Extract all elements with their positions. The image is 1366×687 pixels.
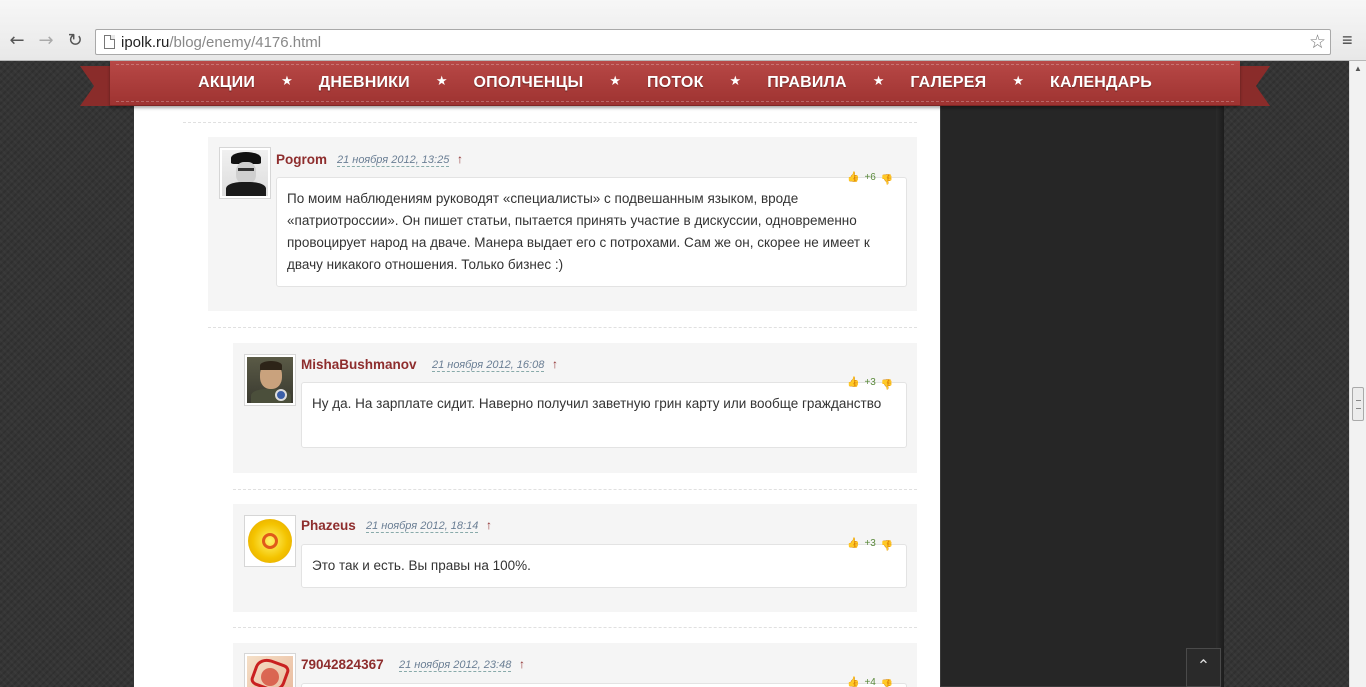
comment-date[interactable]: 21 ноября 2012, 13:25	[337, 154, 450, 167]
star-separator-icon: ★	[872, 73, 885, 88]
star-separator-icon: ★	[435, 73, 448, 88]
comment-text: По моим наблюдениям руководят «специалис…	[276, 177, 907, 287]
star-separator-icon: ★	[281, 73, 293, 88]
comment-score: +6	[864, 172, 876, 183]
thumbs-up-icon[interactable]: 👍	[847, 538, 859, 549]
url-text[interactable]: ipolk.ru/blog/enemy/4176.html	[121, 34, 321, 51]
thumbs-down-icon[interactable]: 👍	[881, 173, 893, 184]
vote-box: 👍 +4 👍	[847, 677, 893, 687]
avatar[interactable]	[244, 515, 296, 567]
right-sidebar	[940, 61, 1224, 687]
thumbs-up-icon[interactable]: 👍	[847, 172, 859, 183]
bookmark-star-icon[interactable]: ☆	[1309, 31, 1326, 54]
comment-divider	[183, 122, 917, 123]
menu-item-calendar[interactable]: КАЛЕНДАРЬ	[1042, 74, 1160, 92]
browser-toolbar: ← → ↻ ipolk.ru/blog/enemy/4176.html ☆ ≡	[0, 0, 1366, 61]
page-viewport: АКЦИИ ★ ДНЕВНИКИ ★ ОПОЛЧЕНЦЫ ★ ПОТОК ★ П…	[0, 61, 1349, 687]
avatar-image	[247, 656, 293, 687]
menu-item-stream[interactable]: ПОТОК	[639, 74, 712, 92]
reload-button[interactable]: ↻	[64, 30, 86, 52]
thumbs-down-icon[interactable]: 👍	[881, 678, 893, 687]
vote-box: 👍 +6 👍	[847, 172, 893, 184]
menu-item-actions[interactable]: АКЦИИ	[190, 74, 263, 92]
avatar-image	[247, 357, 293, 403]
parent-link-arrow-icon[interactable]: ↑	[486, 518, 492, 532]
comment-date[interactable]: 21 ноября 2012, 16:08	[432, 359, 545, 372]
menu-item-diaries[interactable]: ДНЕВНИКИ	[311, 74, 418, 92]
star-separator-icon: ★	[1012, 73, 1025, 88]
comment-score: +4	[864, 677, 876, 687]
comment-divider	[208, 327, 917, 328]
scroll-up-arrow-icon[interactable]: ▲	[1354, 64, 1362, 73]
vote-box: 👍 +3 👍	[847, 538, 893, 550]
parent-link-arrow-icon[interactable]: ↑	[457, 152, 463, 166]
scrollbar-thumb[interactable]	[1352, 387, 1364, 421]
comment-divider	[233, 489, 917, 490]
comment-score: +3	[864, 377, 876, 388]
address-bar[interactable]: ipolk.ru/blog/enemy/4176.html ☆	[95, 29, 1331, 55]
back-button[interactable]: ←	[6, 30, 28, 52]
forward-button[interactable]: →	[35, 30, 57, 52]
thumbs-up-icon[interactable]: 👍	[847, 377, 859, 388]
avatar-image	[222, 150, 268, 196]
thumbs-down-icon[interactable]: 👍	[881, 378, 893, 389]
avatar[interactable]	[244, 354, 296, 406]
menu-item-militia[interactable]: ОПОЛЧЕНЦЫ	[466, 74, 592, 92]
comment-text	[301, 683, 907, 687]
avatar[interactable]	[219, 147, 271, 199]
comment-text: Ну да. На зарплате сидит. Наверно получи…	[301, 382, 907, 448]
url-path: /blog/enemy/4176.html	[169, 34, 322, 51]
avatar-image	[247, 518, 293, 564]
main-menu: АКЦИИ ★ ДНЕВНИКИ ★ ОПОЛЧЕНЦЫ ★ ПОТОК ★ П…	[110, 61, 1240, 106]
comment-author[interactable]: MishaBushmanov	[301, 357, 417, 372]
vote-box: 👍 +3 👍	[847, 377, 893, 389]
comment-date[interactable]: 21 ноября 2012, 18:14	[366, 520, 479, 533]
ribbon-right-tail	[1240, 66, 1270, 106]
parent-link-arrow-icon[interactable]: ↑	[552, 357, 558, 371]
comment-author[interactable]: Pogrom	[276, 152, 327, 167]
thumbs-down-icon[interactable]: 👍	[881, 539, 893, 550]
comment-text: Это так и есть. Вы правы на 100%.	[301, 544, 907, 588]
comment-author[interactable]: 79042824367	[301, 657, 384, 672]
menu-item-rules[interactable]: ПРАВИЛА	[759, 74, 855, 92]
star-separator-icon: ★	[729, 73, 742, 88]
page-scrollbar[interactable]: ▲	[1349, 61, 1366, 687]
chevron-up-icon: ⌃	[1196, 658, 1211, 675]
thumbs-up-icon[interactable]: 👍	[847, 677, 859, 687]
url-host: ipolk.ru	[121, 34, 170, 51]
scroll-to-top-button[interactable]: ⌃	[1186, 648, 1221, 687]
parent-link-arrow-icon[interactable]: ↑	[519, 657, 525, 671]
menu-item-gallery[interactable]: ГАЛЕРЕЯ	[902, 74, 994, 92]
comment-divider	[233, 627, 917, 628]
ribbon-left-tail	[80, 66, 110, 106]
comment-date[interactable]: 21 ноября 2012, 23:48	[399, 659, 512, 672]
page-icon	[104, 35, 115, 49]
comment-score: +3	[864, 538, 876, 549]
browser-menu-icon[interactable]: ≡	[1342, 30, 1353, 51]
comment-author[interactable]: Phazeus	[301, 518, 356, 533]
star-separator-icon: ★	[609, 73, 621, 88]
avatar[interactable]	[244, 653, 296, 687]
